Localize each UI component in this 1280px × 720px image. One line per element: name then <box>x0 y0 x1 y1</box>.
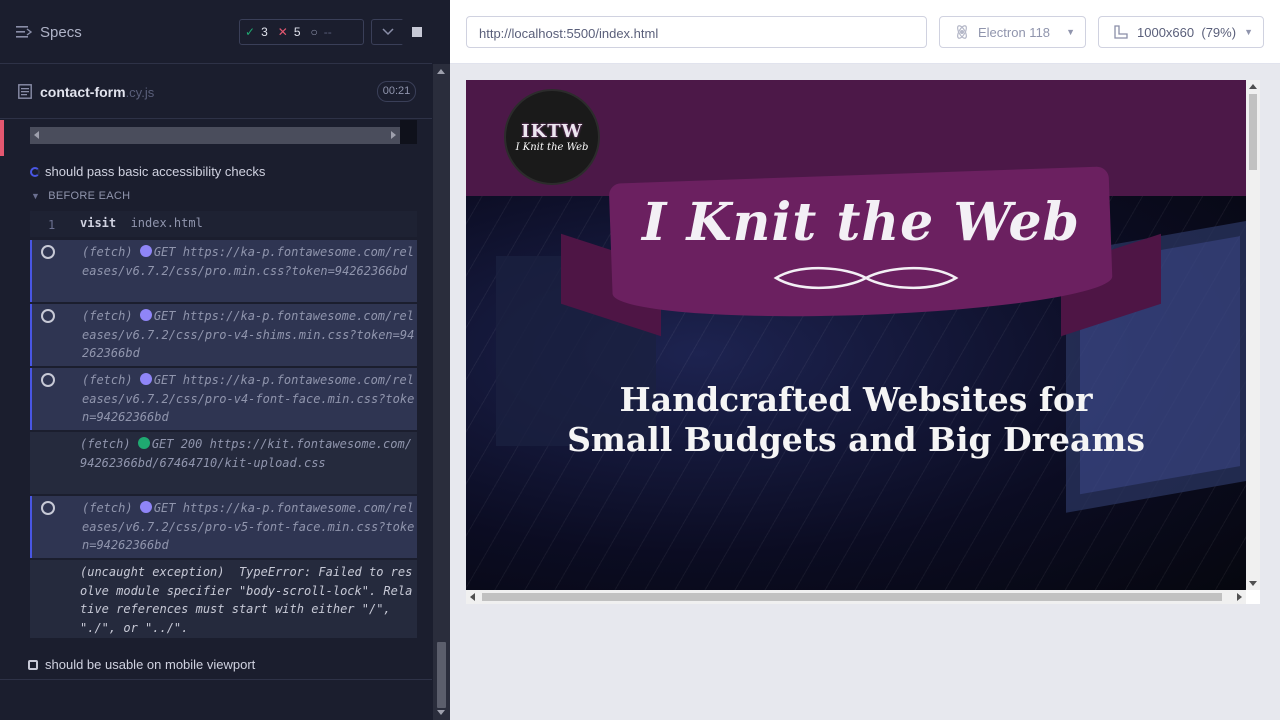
scroll-thumb[interactable] <box>482 593 1222 601</box>
scroll-up-icon[interactable] <box>437 69 445 74</box>
not-run-checkbox-icon <box>28 659 38 670</box>
pending-dot-icon <box>139 309 152 321</box>
failed-test-indicator <box>0 120 4 156</box>
chevron-down-icon: ▼ <box>1066 27 1075 37</box>
chevron-down-icon: ▼ <box>1244 27 1253 37</box>
command-message: index.html <box>130 216 203 230</box>
scroll-right-icon[interactable] <box>1237 593 1242 601</box>
url-field[interactable]: http://localhost:5500/index.html <box>466 16 927 48</box>
x-icon: ✕ <box>277 25 288 39</box>
auto-scroll-button[interactable] <box>371 19 405 45</box>
pending-ring-icon <box>41 245 55 259</box>
command-fetch[interactable]: (fetch) GET 200 https://kit.fontawesome.… <box>30 432 417 494</box>
aut-vertical-scrollbar[interactable] <box>1246 80 1260 590</box>
specs-title[interactable]: Specs <box>40 24 82 41</box>
running-spinner-icon <box>30 166 40 177</box>
spec-name[interactable]: contact-form.cy.js <box>40 84 154 100</box>
command-fetch[interactable]: (fetch) GET https://ka-p.fontawesome.com… <box>30 368 417 430</box>
failed-count: ✕ 5 <box>277 25 301 39</box>
spinner-icon: ○ <box>310 25 318 39</box>
scroll-left-icon[interactable] <box>34 131 39 139</box>
hero-brand-title: I Knit the Web <box>642 192 1080 253</box>
aut-horizontal-scrollbar[interactable] <box>466 590 1246 604</box>
website-preview: IKTW I Knit the Web I Knit the Web Handc… <box>466 80 1246 590</box>
menu-icon[interactable] <box>16 25 32 39</box>
stop-button[interactable] <box>401 19 433 45</box>
spec-duration: 00:21 <box>377 81 416 102</box>
reporter-vertical-scrollbar[interactable] <box>433 64 450 720</box>
scroll-left-icon[interactable] <box>470 593 475 601</box>
pending-count: ○ -- <box>310 25 332 39</box>
aut-header: http://localhost:5500/index.html Electro… <box>450 0 1280 64</box>
pending-ring-icon <box>41 373 55 387</box>
test-title-current[interactable]: should pass basic accessibility checks <box>30 164 265 179</box>
reporter-panel: Specs ✓ 3 ✕ 5 ○ -- contact-form.cy.js 00:21… <box>0 0 450 720</box>
electron-icon <box>957 25 967 39</box>
command-name: visit <box>80 216 117 230</box>
aut-panel: http://localhost:5500/index.html Electro… <box>450 0 1280 720</box>
spec-extension: .cy.js <box>125 85 155 100</box>
browser-selector[interactable]: Electron 118 ▼ <box>939 16 1086 48</box>
pending-dot-icon <box>139 373 152 385</box>
command-fetch[interactable]: (fetch) GET https://ka-p.fontawesome.com… <box>30 240 417 302</box>
divider <box>0 679 432 680</box>
horizontal-scrollbar[interactable] <box>30 127 400 144</box>
command-fetch[interactable]: (fetch) GET https://ka-p.fontawesome.com… <box>30 304 417 366</box>
scroll-corner <box>400 120 417 144</box>
scroll-thumb[interactable] <box>437 642 446 708</box>
specs-bar: Specs ✓ 3 ✕ 5 ○ -- <box>0 0 433 64</box>
pending-ring-icon <box>41 501 55 515</box>
passed-count: ✓ 3 <box>245 25 268 39</box>
hero-tagline: Handcrafted Websites for Small Budgets a… <box>567 380 1145 459</box>
scroll-right-icon[interactable] <box>391 131 396 139</box>
scroll-down-icon[interactable] <box>437 710 445 715</box>
command-number: 1 <box>48 218 56 232</box>
stop-icon <box>412 27 422 37</box>
spec-header: contact-form.cy.js 00:21 <box>0 65 432 119</box>
command-uncaught-exception[interactable]: (uncaught exception) TypeError: Failed t… <box>30 560 417 638</box>
file-icon <box>18 84 32 99</box>
scroll-thumb[interactable] <box>1249 94 1257 170</box>
command-visit[interactable]: 1 visit index.html <box>30 211 417 237</box>
chevron-down-icon <box>382 28 394 36</box>
success-dot-icon <box>137 437 150 449</box>
ruler-icon <box>1114 25 1128 39</box>
test-stats: ✓ 3 ✕ 5 ○ -- <box>239 19 364 45</box>
command-fetch[interactable]: (fetch) GET https://ka-p.fontawesome.com… <box>30 496 417 558</box>
aut-iframe[interactable]: IKTW I Knit the Web I Knit the Web Handc… <box>466 80 1260 604</box>
scroll-up-icon[interactable] <box>1249 84 1257 89</box>
pending-ring-icon <box>41 309 55 323</box>
scroll-down-icon[interactable] <box>1249 581 1257 586</box>
hook-before-each[interactable]: ▼ BEFORE EACH <box>31 190 130 202</box>
viewport-selector[interactable]: 1000x660 (79%) ▼ <box>1098 16 1264 48</box>
chevron-down-icon: ▼ <box>31 191 41 201</box>
pending-dot-icon <box>139 501 152 513</box>
site-logo[interactable]: IKTW I Knit the Web <box>504 89 600 185</box>
pending-dot-icon <box>139 245 152 257</box>
flourish-ornament <box>773 267 959 289</box>
check-icon: ✓ <box>245 25 256 39</box>
test-title-next[interactable]: should be usable on mobile viewport <box>28 657 255 672</box>
